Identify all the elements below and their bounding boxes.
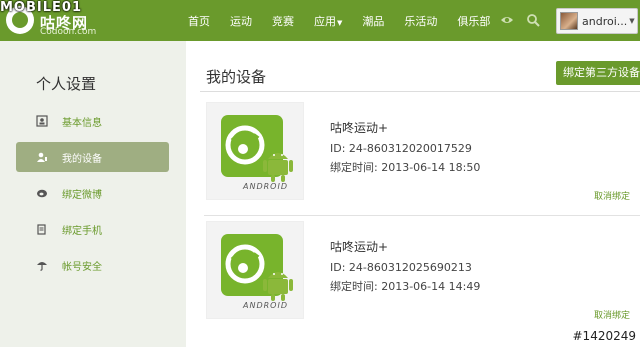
device-app-image: ANDROID	[206, 102, 304, 200]
android-robot-icon	[263, 272, 293, 301]
bind-third-party-device-button[interactable]: 绑定第三方设备	[556, 61, 640, 85]
divider	[204, 215, 640, 216]
nav-apps-label: 应用	[314, 14, 336, 28]
user-name: androi...	[582, 14, 628, 28]
eye-icon[interactable]	[500, 13, 514, 27]
user-menu[interactable]: androi... ▼	[556, 8, 638, 34]
android-wordmark: ANDROID	[243, 182, 288, 191]
devices-panel: 我的设备 绑定第三方设备 ANDROID 咕咚运动+ ID: 24-860312…	[186, 41, 640, 347]
android-robot-icon	[263, 153, 293, 182]
sidebar-item-security[interactable]: 帐号安全	[16, 250, 169, 280]
device-app-image: ANDROID	[206, 221, 304, 319]
search-icon[interactable]	[526, 13, 540, 27]
logo-subtext: Codoon.com	[40, 27, 97, 37]
sidebar-item-label: 绑定手机	[62, 225, 102, 237]
android-wordmark: ANDROID	[243, 301, 288, 310]
user-device-icon	[37, 152, 47, 162]
device-card: ANDROID 咕咚运动+ ID: 24-860312025690213 绑定时…	[204, 221, 640, 329]
nav-clubs[interactable]: 俱乐部	[457, 13, 490, 29]
caret-down-icon: ▼	[337, 18, 343, 27]
sidebar-item-phone[interactable]: 绑定手机	[16, 214, 169, 244]
device-id: ID: 24-860312025690213	[330, 261, 472, 274]
main-nav: 首页 运动 竞赛 应用▼ 潮品 乐活动 俱乐部	[188, 0, 510, 41]
profile-card-icon	[36, 115, 48, 127]
avatar	[560, 12, 578, 30]
nav-apps[interactable]: 应用▼	[314, 13, 342, 29]
sidebar-item-basic-info[interactable]: 基本信息	[16, 106, 169, 136]
device-id: ID: 24-860312020017529	[330, 142, 472, 155]
device-name: 咕咚运动+	[330, 240, 389, 254]
watermark-logo: MOBILE01	[0, 0, 82, 15]
nav-home[interactable]: 首页	[188, 13, 210, 29]
sidebar-item-label: 基本信息	[62, 117, 102, 129]
chevron-down-icon: ▼	[629, 17, 635, 25]
sidebar-item-label: 绑定微博	[62, 189, 102, 201]
device-bind-time: 绑定时间: 2013-06-14 14:49	[330, 280, 481, 293]
divider	[200, 91, 640, 92]
weibo-icon	[37, 189, 47, 198]
device-name: 咕咚运动+	[330, 121, 389, 135]
sidebar-item-label: 我的设备	[62, 153, 102, 165]
nav-sport[interactable]: 运动	[230, 13, 252, 29]
settings-sidebar: 个人设置 基本信息 我的设备 绑定微博 绑定手机 帐号安全	[0, 41, 186, 347]
nav-events[interactable]: 乐活动	[404, 13, 437, 29]
umbrella-icon	[37, 262, 47, 271]
device-card: ANDROID 咕咚运动+ ID: 24-860312020017529 绑定时…	[204, 102, 640, 210]
sidebar-item-label: 帐号安全	[62, 261, 102, 273]
page-title: 我的设备	[206, 68, 267, 86]
top-nav-bar: 咕咚网 Codoon.com 首页 运动 竞赛 应用▼ 潮品 乐活动 俱乐部 a…	[0, 0, 640, 41]
device-bind-time: 绑定时间: 2013-06-14 18:50	[330, 161, 481, 174]
unbind-link[interactable]: 取消绑定	[594, 308, 630, 321]
phone-icon	[37, 224, 46, 235]
nav-compete[interactable]: 竞赛	[272, 13, 294, 29]
sidebar-title: 个人设置	[36, 75, 97, 93]
watermark-id: #1420249	[572, 329, 637, 343]
nav-products[interactable]: 潮品	[362, 13, 384, 29]
sidebar-item-weibo[interactable]: 绑定微博	[16, 178, 169, 208]
unbind-link[interactable]: 取消绑定	[594, 189, 630, 202]
sidebar-item-my-devices[interactable]: 我的设备	[16, 142, 169, 172]
